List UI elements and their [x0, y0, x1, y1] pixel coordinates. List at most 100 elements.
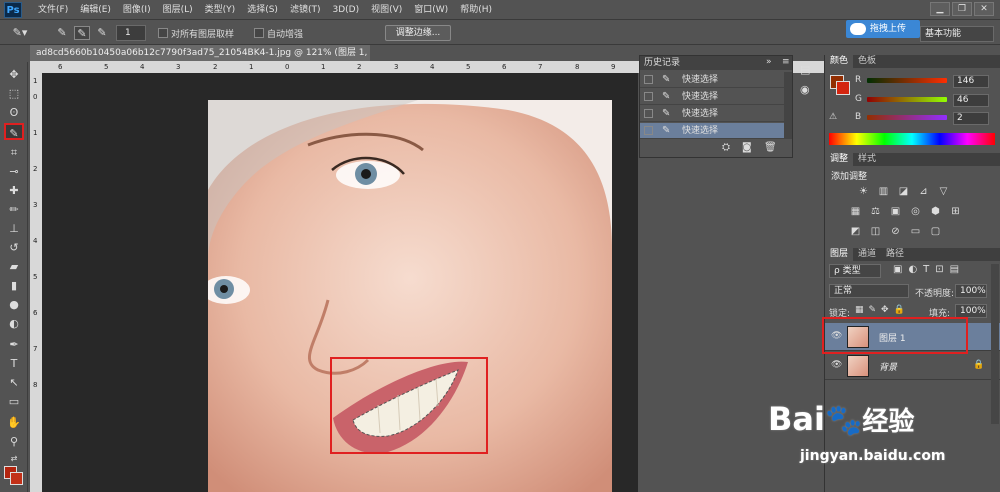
shape-tool-icon[interactable]: ▭: [4, 393, 24, 410]
path-selection-tool-icon[interactable]: ↖: [4, 374, 24, 391]
layer-filter-select[interactable]: ρ 类型: [829, 264, 881, 278]
lock-icons[interactable]: ▦✎✥🔒: [855, 305, 910, 315]
history-dock-icon[interactable]: ▤: [800, 63, 810, 76]
auto-enhance-checkbox[interactable]: [254, 28, 264, 38]
history-item-selected[interactable]: ✎ 快速选择: [640, 123, 784, 139]
threshold-icon[interactable]: ⊘: [889, 226, 902, 237]
color-spectrum-bar[interactable]: [829, 133, 995, 145]
history-snapshot-checkbox[interactable]: [644, 92, 653, 101]
gamut-warning-icon[interactable]: ⚠: [829, 112, 837, 122]
menu-edit[interactable]: 编辑(E): [74, 0, 117, 20]
subtract-selection-icon[interactable]: ✎: [94, 26, 110, 40]
r-value-input[interactable]: 146: [953, 75, 989, 88]
opacity-input[interactable]: 100%: [955, 284, 987, 298]
lasso-tool-icon[interactable]: ʘ: [4, 104, 24, 121]
marquee-tool-icon[interactable]: ⬚: [4, 85, 24, 102]
workspace-select[interactable]: 基本功能: [920, 26, 994, 42]
menu-view[interactable]: 视图(V): [365, 0, 408, 20]
clone-stamp-tool-icon[interactable]: ⊥: [4, 220, 24, 237]
menu-window[interactable]: 窗口(W): [408, 0, 454, 20]
visibility-eye-icon[interactable]: 👁: [831, 360, 842, 370]
invert-icon[interactable]: ◩: [849, 226, 862, 237]
brush-tool-icon[interactable]: ✏: [4, 201, 24, 218]
brush-size-picker[interactable]: 1: [116, 25, 146, 41]
tab-color[interactable]: 颜色: [825, 55, 854, 68]
photo-filter-icon[interactable]: ◎: [909, 206, 922, 217]
history-item[interactable]: ✎ 快速选择: [640, 89, 784, 105]
tab-paths[interactable]: 路径: [881, 248, 909, 261]
menu-help[interactable]: 帮助(H): [454, 0, 498, 20]
eraser-tool-icon[interactable]: ▰: [4, 258, 24, 275]
history-item[interactable]: ✎ 快速选择: [640, 72, 784, 88]
color-lookup-icon[interactable]: ⊞: [949, 206, 962, 217]
menu-select[interactable]: 选择(S): [241, 0, 284, 20]
crop-tool-icon[interactable]: ⌗: [4, 144, 24, 161]
curves-icon[interactable]: ◪: [897, 186, 910, 197]
panel-collapse-icon[interactable]: »: [766, 57, 772, 67]
blend-mode-select[interactable]: 正常: [829, 284, 909, 298]
menu-file[interactable]: 文件(F): [32, 0, 74, 20]
healing-brush-tool-icon[interactable]: ✚: [4, 182, 24, 199]
tab-swatches[interactable]: 色板: [853, 55, 881, 68]
hand-tool-icon[interactable]: ✋: [4, 414, 24, 431]
tool-preset-icon[interactable]: ✎▾: [12, 26, 28, 40]
tab-adjustments[interactable]: 调整: [825, 153, 854, 166]
b-value-input[interactable]: 2: [953, 112, 989, 125]
panel-menu-icon[interactable]: ≡: [782, 57, 790, 67]
blur-tool-icon[interactable]: ●: [4, 296, 24, 313]
background-color-swatch[interactable]: [10, 472, 23, 485]
type-tool-icon[interactable]: T: [4, 355, 24, 372]
layers-scrollbar[interactable]: [991, 264, 999, 424]
add-selection-icon[interactable]: ✎: [74, 26, 90, 40]
trash-icon[interactable]: 🗑: [764, 142, 777, 153]
background-color-chip[interactable]: [836, 81, 850, 95]
vibrance-icon[interactable]: ▽: [937, 186, 950, 197]
history-snapshot-checkbox[interactable]: [644, 109, 653, 118]
move-tool-icon[interactable]: ✥: [4, 66, 24, 83]
swap-colors-icon[interactable]: ⇄: [4, 450, 24, 467]
fill-input[interactable]: 100%: [955, 304, 987, 318]
menu-image[interactable]: 图像(I): [117, 0, 157, 20]
minimize-button[interactable]: ▁: [930, 2, 950, 16]
new-document-from-state-icon[interactable]: ⛭: [722, 142, 730, 153]
b-slider[interactable]: [867, 115, 947, 120]
history-snapshot-checkbox[interactable]: [644, 75, 653, 84]
selective-color-icon[interactable]: ▢: [929, 226, 942, 237]
posterize-icon[interactable]: ◫: [869, 226, 882, 237]
eyedropper-tool-icon[interactable]: ⊸: [4, 163, 24, 180]
tab-styles[interactable]: 样式: [853, 153, 881, 166]
layer-filter-icons[interactable]: ▣◐T⊡▤: [893, 264, 965, 275]
pen-tool-icon[interactable]: ✒: [4, 336, 24, 353]
quick-selection-tool-icon[interactable]: ✎: [4, 123, 24, 140]
g-slider[interactable]: [867, 97, 947, 102]
menu-layer[interactable]: 图层(L): [157, 0, 199, 20]
dodge-tool-icon[interactable]: ◐: [4, 315, 24, 332]
menu-filter[interactable]: 滤镜(T): [284, 0, 327, 20]
g-value-input[interactable]: 46: [953, 94, 989, 107]
hue-saturation-icon[interactable]: ▦: [849, 206, 862, 217]
tab-layers[interactable]: 图层: [825, 248, 854, 261]
close-button[interactable]: ✕: [974, 2, 994, 16]
r-slider[interactable]: [867, 78, 947, 83]
exposure-icon[interactable]: ⊿: [917, 186, 930, 197]
menu-3d[interactable]: 3D(D): [326, 0, 365, 20]
levels-icon[interactable]: ▥: [877, 186, 890, 197]
new-selection-icon[interactable]: ✎: [54, 26, 70, 40]
history-scrollbar[interactable]: [784, 72, 792, 139]
color-balance-icon[interactable]: ⚖: [869, 206, 882, 217]
tab-channels[interactable]: 通道: [853, 248, 881, 261]
layer-row-background[interactable]: 👁 背景 🔒: [825, 352, 1000, 380]
document-tab[interactable]: ad8cd5660b10450a06b12c7790f3ad75_21054BK…: [30, 45, 370, 61]
history-brush-tool-icon[interactable]: ↺: [4, 239, 24, 256]
menu-type[interactable]: 类型(Y): [199, 0, 242, 20]
channel-mixer-icon[interactable]: ⬢: [929, 206, 942, 217]
gradient-tool-icon[interactable]: ▮: [4, 277, 24, 294]
actions-dock-icon[interactable]: ◉: [800, 83, 810, 96]
gradient-map-icon[interactable]: ▭: [909, 226, 922, 237]
snapshot-camera-icon[interactable]: ◙: [742, 142, 752, 153]
brightness-contrast-icon[interactable]: ☀: [857, 186, 870, 197]
refine-edge-button[interactable]: 调整边缘...: [385, 25, 451, 41]
black-white-icon[interactable]: ▣: [889, 206, 902, 217]
restore-button[interactable]: ❐: [952, 2, 972, 16]
history-item[interactable]: ✎ 快速选择: [640, 106, 784, 122]
